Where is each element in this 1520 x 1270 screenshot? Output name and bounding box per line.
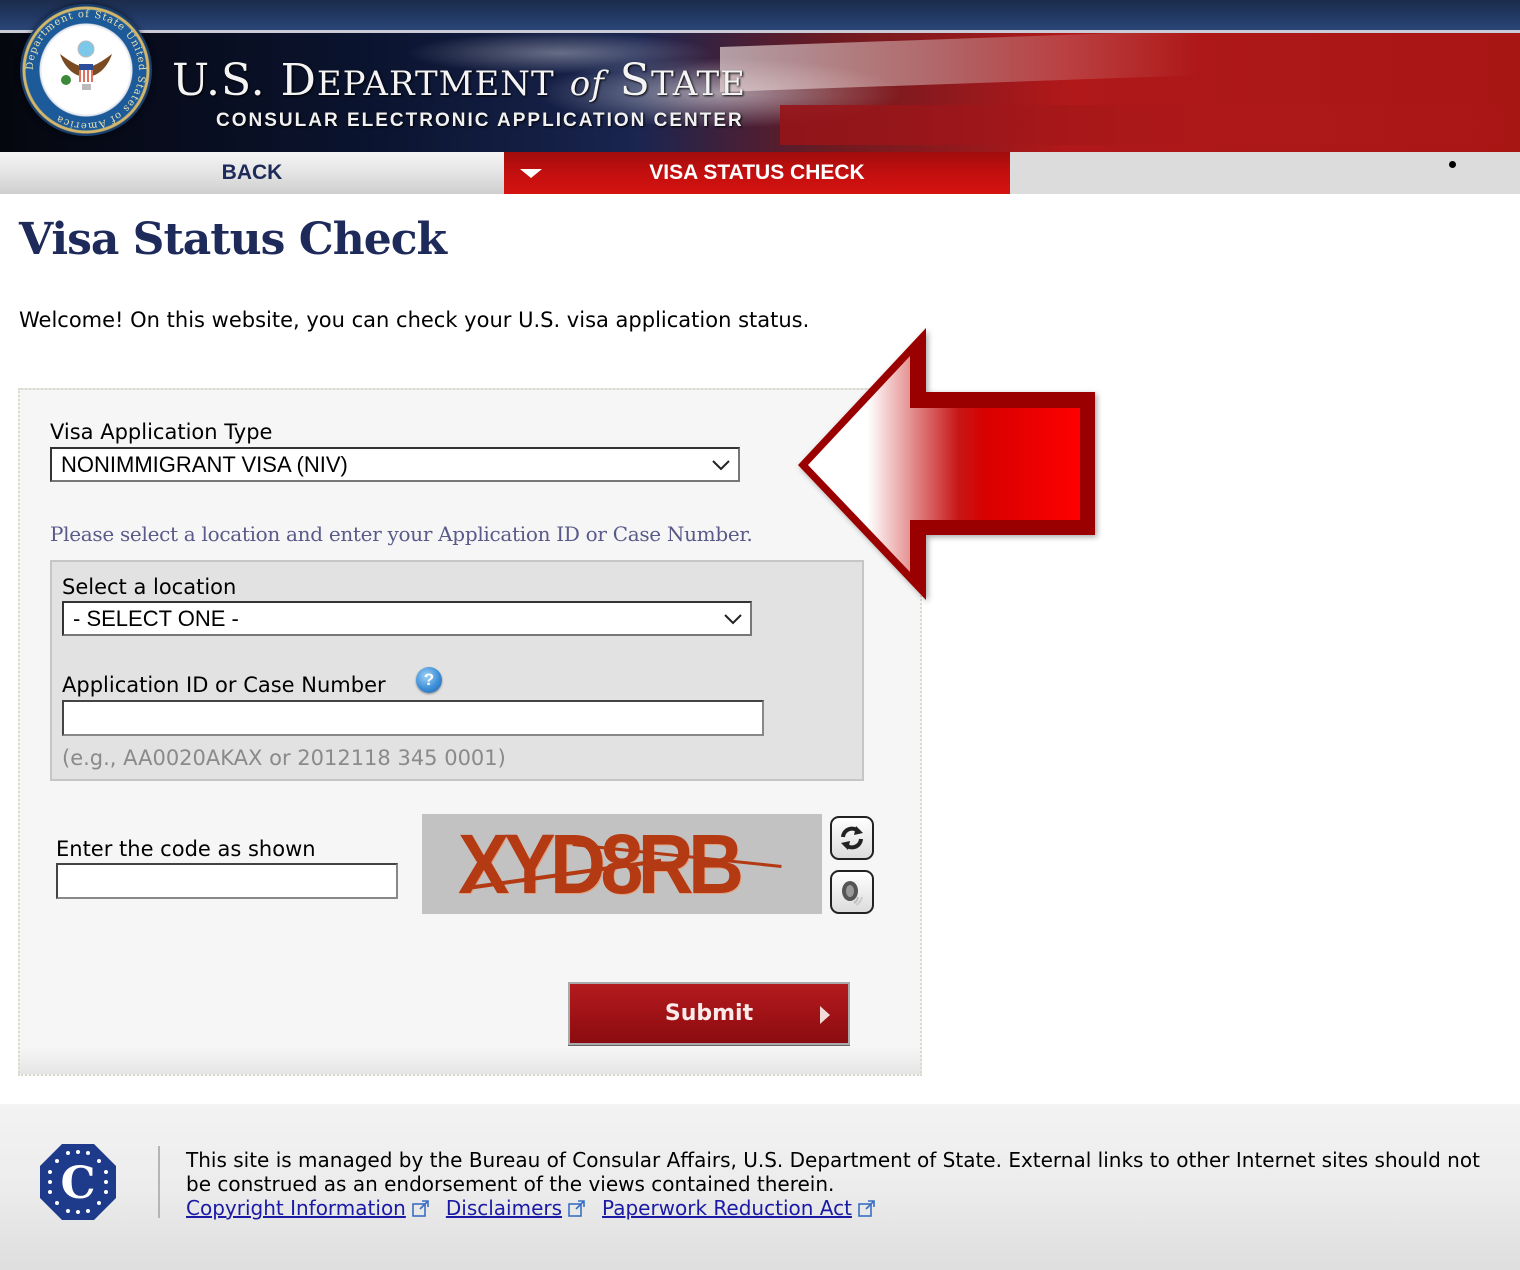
chevron-down-icon [712, 459, 730, 470]
disclaimers-link[interactable]: Disclaimers [446, 1196, 562, 1220]
bullet-dot [1449, 161, 1456, 168]
captcha-image-text: XYD8RB [458, 817, 744, 911]
application-id-label: Application ID or Case Number [62, 673, 386, 697]
visa-type-label: Visa Application Type [50, 420, 273, 444]
footer-divider [158, 1146, 160, 1218]
footer-links: Copyright Information Disclaimers Paperwor… [186, 1196, 892, 1220]
back-button[interactable]: BACK [0, 152, 504, 194]
help-icon[interactable]: ? [416, 667, 442, 693]
location-selected: - SELECT ONE - [73, 605, 239, 631]
location-label: Select a location [62, 575, 237, 599]
navigation-bar: BACK VISA STATUS CHECK [0, 152, 1520, 194]
tab-visa-status-check[interactable]: VISA STATUS CHECK [504, 152, 1010, 194]
flag-stripe-decoration [780, 105, 1520, 145]
welcome-text: Welcome! On this website, you can check … [19, 308, 810, 332]
consular-affairs-logo-icon: C [40, 1144, 116, 1220]
back-button-label: BACK [221, 161, 283, 184]
application-id-hint: (e.g., AA0020AKAX or 2012118 345 0001) [62, 746, 506, 770]
visa-type-selected: NONIMMIGRANT VISA (NIV) [61, 451, 348, 477]
submit-button[interactable]: Submit [568, 982, 850, 1045]
department-subtitle: CONSULAR ELECTRONIC APPLICATION CENTER [216, 110, 744, 131]
captcha-image: XYD8RB [422, 814, 822, 914]
instruction-text: Please select a location and enter your … [50, 522, 753, 546]
caret-down-icon [520, 169, 542, 178]
refresh-icon [841, 826, 863, 850]
captcha-audio-button[interactable] [830, 870, 874, 914]
play-arrow-icon [820, 1006, 830, 1024]
submit-button-label: Submit [664, 1001, 754, 1026]
department-title: U.S. DEPARTMENT of STATE [172, 55, 746, 106]
visa-type-select[interactable]: NONIMMIGRANT VISA (NIV) [50, 447, 740, 482]
tab-visa-status-check-label: VISA STATUS CHECK [649, 161, 865, 184]
svg-text:C: C [60, 1158, 95, 1209]
external-link-icon [858, 1200, 875, 1217]
copyright-information-link[interactable]: Copyright Information [186, 1196, 406, 1220]
page-title: Visa Status Check [19, 214, 447, 265]
captcha-label: Enter the code as shown [56, 837, 316, 861]
eagle-emblem-icon [60, 40, 112, 90]
external-link-icon [412, 1200, 429, 1217]
paperwork-reduction-act-link[interactable]: Paperwork Reduction Act [602, 1196, 852, 1220]
red-pointer-arrow-icon [798, 328, 1095, 600]
speaker-icon [842, 881, 863, 906]
captcha-input[interactable] [56, 863, 398, 899]
captcha-refresh-button[interactable] [830, 816, 874, 860]
application-id-input[interactable] [62, 700, 764, 736]
external-link-icon [568, 1200, 585, 1217]
chevron-down-icon [724, 613, 742, 624]
footer-disclaimer-text: This site is managed by the Bureau of Co… [186, 1148, 1480, 1196]
location-select[interactable]: - SELECT ONE - [62, 601, 752, 636]
header-top-strip [0, 0, 1520, 30]
